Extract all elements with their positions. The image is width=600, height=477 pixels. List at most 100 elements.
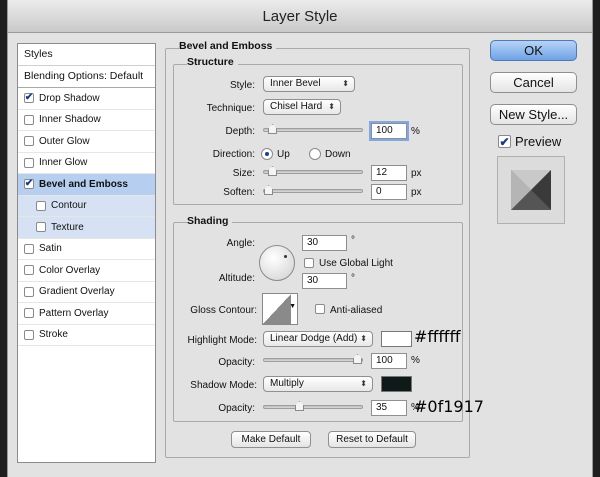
style-item-checkbox[interactable] xyxy=(24,157,34,168)
style-select-value: Inner Bevel xyxy=(270,78,321,89)
soften-field[interactable]: 0 xyxy=(371,184,407,200)
size-label: Size: xyxy=(232,168,255,179)
preview-checkbox[interactable]: ✔ xyxy=(498,135,511,148)
style-item-checkbox[interactable] xyxy=(24,136,34,147)
highlight-color-annotation: #ffffff xyxy=(414,327,461,346)
style-item-checkbox[interactable] xyxy=(36,200,46,211)
shadow-mode-select[interactable]: Multiply ⬍ xyxy=(263,376,373,392)
altitude-label: Altitude: xyxy=(218,273,255,284)
size-field[interactable]: 12 xyxy=(371,165,407,181)
style-item-label: Satin xyxy=(39,243,62,254)
gloss-contour-picker[interactable]: ▼ xyxy=(262,293,298,325)
highlight-opacity-unit: % xyxy=(411,355,420,366)
style-item-checkbox[interactable] xyxy=(24,114,34,125)
size-unit: px xyxy=(411,168,422,179)
style-item-contour[interactable]: Contour xyxy=(18,195,155,217)
direction-down-label: Down xyxy=(325,149,351,160)
style-item-checkbox[interactable] xyxy=(24,308,34,319)
style-item-label: Texture xyxy=(51,221,84,233)
soften-unit: px xyxy=(411,187,422,198)
global-light-checkbox[interactable] xyxy=(304,258,314,268)
make-default-button[interactable]: Make Default xyxy=(231,431,311,448)
direction-up-label: Up xyxy=(277,149,290,160)
style-item-texture[interactable]: Texture xyxy=(18,217,155,239)
style-select[interactable]: Inner Bevel ⬍ xyxy=(263,76,355,92)
style-item-satin[interactable]: Satin xyxy=(18,239,155,260)
technique-select-value: Chisel Hard xyxy=(270,101,323,112)
anti-aliased-checkbox[interactable] xyxy=(315,304,325,314)
highlight-opacity-label: Opacity: xyxy=(218,357,255,368)
highlight-color-swatch[interactable] xyxy=(381,331,412,347)
altitude-unit: ° xyxy=(351,273,355,284)
soften-label: Soften: xyxy=(223,187,255,198)
global-light-label: Use Global Light xyxy=(319,258,393,269)
depth-slider[interactable] xyxy=(263,124,363,134)
style-item-label: Inner Shadow xyxy=(39,114,101,125)
angle-unit: ° xyxy=(351,235,355,246)
blending-options-item[interactable]: Blending Options: Default xyxy=(18,66,155,88)
angle-field[interactable]: 30 xyxy=(302,235,347,251)
depth-field[interactable]: 100 xyxy=(371,123,407,139)
style-item-checkbox[interactable] xyxy=(24,265,34,276)
styles-list: Styles Blending Options: Default ✔ Drop S… xyxy=(17,43,156,463)
technique-label: Technique: xyxy=(206,103,255,114)
style-item-inner-shadow[interactable]: Inner Shadow xyxy=(18,110,155,131)
altitude-field[interactable]: 30 xyxy=(302,273,347,289)
highlight-opacity-field[interactable]: 100 xyxy=(371,353,407,369)
style-item-label: Outer Glow xyxy=(39,135,90,147)
style-item-color-overlay[interactable]: Color Overlay xyxy=(18,260,155,282)
shadow-color-swatch[interactable] xyxy=(381,376,412,392)
style-item-label: Drop Shadow xyxy=(39,92,100,104)
style-item-inner-glow[interactable]: Inner Glow xyxy=(18,153,155,174)
shadow-opacity-slider[interactable] xyxy=(263,401,363,411)
direction-up-radio[interactable] xyxy=(261,148,273,160)
soften-slider[interactable] xyxy=(263,185,363,195)
layer-style-dialog: Layer Style Styles Blending Options: Def… xyxy=(7,0,593,477)
cancel-button[interactable]: Cancel xyxy=(490,72,577,93)
updown-arrows-icon: ⬍ xyxy=(360,379,367,388)
highlight-opacity-slider[interactable] xyxy=(263,354,363,364)
technique-select[interactable]: Chisel Hard ⬍ xyxy=(263,99,341,115)
style-item-drop-shadow[interactable]: ✔ Drop Shadow xyxy=(18,88,155,110)
new-style-button[interactable]: New Style... xyxy=(490,104,577,125)
style-item-outer-glow[interactable]: Outer Glow xyxy=(18,131,155,153)
style-item-label: Stroke xyxy=(39,329,68,340)
highlight-mode-select[interactable]: Linear Dodge (Add) ⬍ xyxy=(263,331,373,347)
style-item-bevel-and-emboss[interactable]: ✔ Bevel and Emboss xyxy=(18,174,155,196)
angle-dial-pointer-icon xyxy=(284,255,287,258)
style-item-checkbox[interactable] xyxy=(24,329,34,340)
style-item-checkbox[interactable] xyxy=(24,243,34,254)
style-item-pattern-overlay[interactable]: Pattern Overlay xyxy=(18,303,155,325)
style-item-gradient-overlay[interactable]: Gradient Overlay xyxy=(18,282,155,303)
style-item-label: Bevel and Emboss xyxy=(39,178,128,190)
shadow-mode-value: Multiply xyxy=(270,378,304,389)
style-item-checkbox[interactable]: ✔ xyxy=(24,93,34,104)
angle-dial[interactable] xyxy=(259,245,295,281)
anti-aliased-label: Anti-aliased xyxy=(330,305,383,316)
reset-to-default-button[interactable]: Reset to Default xyxy=(328,431,416,448)
shadow-color-annotation: #0f1917 xyxy=(414,397,484,416)
shadow-mode-label: Shadow Mode: xyxy=(190,380,257,391)
ok-button[interactable]: OK xyxy=(490,40,577,61)
depth-label: Depth: xyxy=(225,126,255,137)
angle-label: Angle: xyxy=(226,238,255,249)
shading-title: Shading xyxy=(187,215,233,227)
style-item-checkbox[interactable] xyxy=(36,222,46,233)
size-slider[interactable] xyxy=(263,166,363,176)
style-item-label: Inner Glow xyxy=(39,157,88,168)
shadow-opacity-field[interactable]: 35 xyxy=(371,400,407,416)
dialog-title: Layer Style xyxy=(8,0,592,33)
style-item-checkbox[interactable] xyxy=(24,286,34,297)
bevel-section-title: Bevel and Emboss xyxy=(179,40,277,52)
updown-arrows-icon: ⬍ xyxy=(342,79,349,88)
direction-label: Direction: xyxy=(212,149,255,160)
dropdown-arrow-icon: ▼ xyxy=(289,303,296,310)
styles-header[interactable]: Styles xyxy=(18,44,155,66)
style-item-label: Pattern Overlay xyxy=(39,307,109,319)
highlight-mode-label: Highlight Mode: xyxy=(187,335,257,346)
direction-down-radio[interactable] xyxy=(309,148,321,160)
gloss-contour-label: Gloss Contour: xyxy=(190,305,257,316)
structure-title: Structure xyxy=(187,56,238,68)
style-item-stroke[interactable]: Stroke xyxy=(18,325,155,346)
style-item-checkbox[interactable]: ✔ xyxy=(24,179,34,190)
